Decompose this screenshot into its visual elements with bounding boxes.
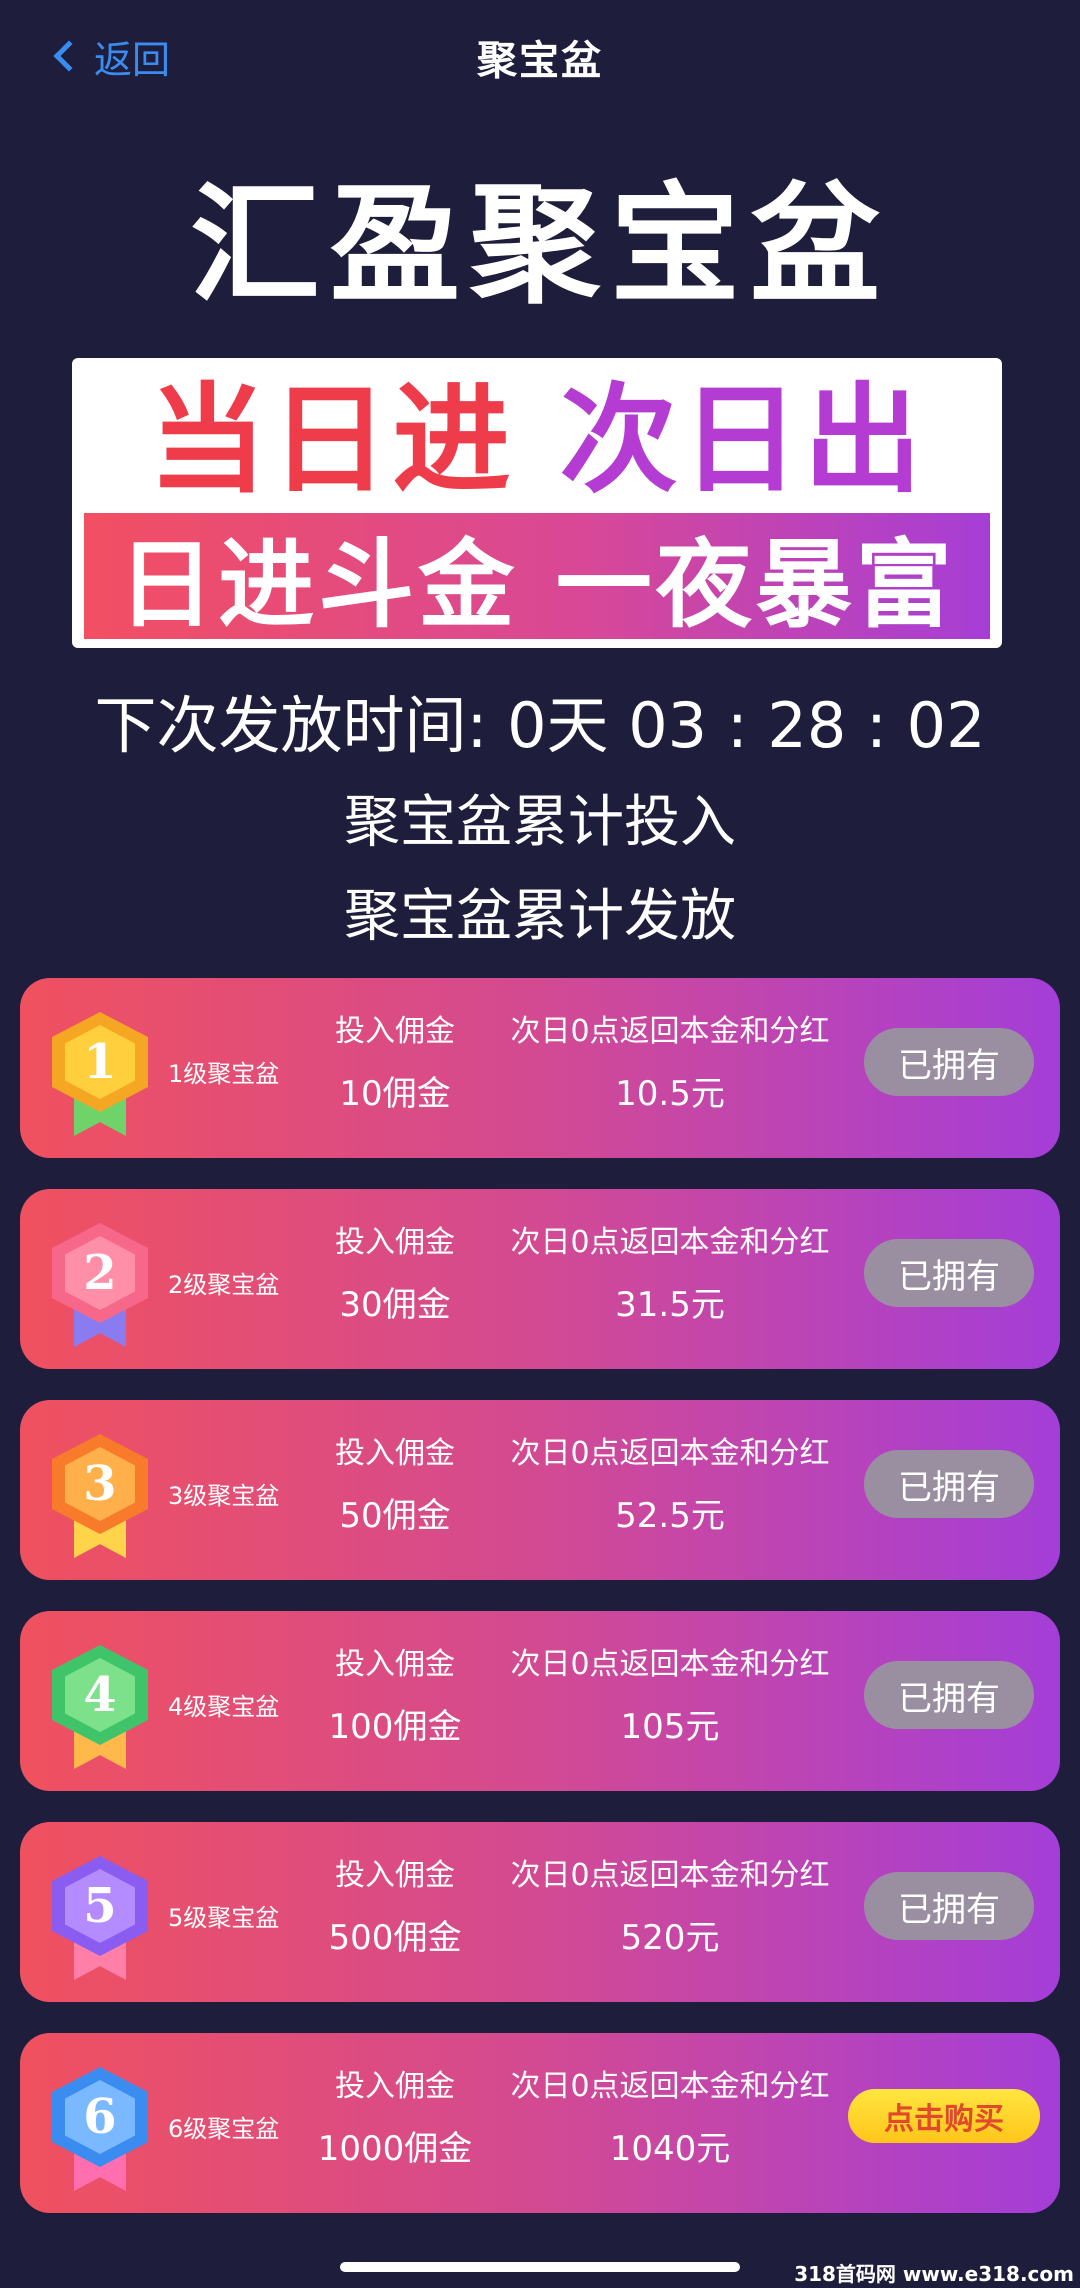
banner-slogan-part-2: 次日出 [559,371,926,509]
level-card: 3 3级聚宝盆 投入佣金 50佣金 次日0点返回本金和分红 52.5元 已拥有 [20,1400,1060,1580]
level-card: 4 4级聚宝盆 投入佣金 100佣金 次日0点返回本金和分红 105元 已拥有 [20,1611,1060,1791]
level-name: 3级聚宝盆 [168,1482,280,1510]
badge-hexagon: 3 [52,1434,148,1534]
banner-slogan-1: 当日进 次日出 [72,370,1002,510]
level-badge-icon: 1 [52,1012,148,1136]
page-title: 聚宝盆 [477,38,603,84]
invest-header: 投入佣金 [335,1014,455,1049]
badge-hexagon: 1 [52,1012,148,1112]
invest-value: 10佣金 [339,1074,451,1114]
banner-slogan-part-1: 当日进 [148,371,515,509]
invest-column: 投入佣金 50佣金 [290,1432,500,1538]
watermark-logo: 318首码网 www.e318.com [794,2262,1074,2286]
level-card: 1 1级聚宝盆 投入佣金 10佣金 次日0点返回本金和分红 10.5元 已拥有 [20,978,1060,1158]
level-badge-icon: 6 [52,2067,148,2191]
return-header: 次日0点返回本金和分红 [510,1225,830,1260]
return-column: 次日0点返回本金和分红 10.5元 [470,1010,870,1116]
invest-value: 100佣金 [328,1707,462,1747]
badge-number: 1 [65,1025,135,1099]
invest-column: 投入佣金 100佣金 [290,1643,500,1749]
return-value: 520元 [620,1918,720,1958]
countdown-label: 下次发放时间: [94,689,488,762]
nav-bar: 返回 聚宝盆 [0,0,1080,110]
level-name: 6级聚宝盆 [168,2115,280,2143]
level-name: 2级聚宝盆 [168,1271,280,1299]
level-name: 1级聚宝盆 [168,1060,280,1088]
owned-button[interactable]: 已拥有 [864,1028,1034,1096]
invest-value: 500佣金 [328,1918,462,1958]
invest-column: 投入佣金 10佣金 [290,1010,500,1116]
invest-header: 投入佣金 [335,1858,455,1893]
level-name: 4级聚宝盆 [168,1693,280,1721]
return-header: 次日0点返回本金和分红 [510,1014,830,1049]
level-badge-icon: 5 [52,1856,148,1980]
banner-slogan-2: 日进斗金 一夜暴富 [84,513,990,641]
countdown-timer: 下次发放时间: 0天 03 : 28 : 02 [0,686,1080,766]
badge-number: 3 [65,1447,135,1521]
invest-header: 投入佣金 [335,1225,455,1260]
return-header: 次日0点返回本金和分红 [510,1436,830,1471]
hero-headline: 汇盈聚宝盆 [189,169,890,321]
level-badge-icon: 4 [52,1645,148,1769]
return-header: 次日0点返回本金和分红 [510,1647,830,1682]
badge-hexagon: 6 [52,2067,148,2167]
owned-button[interactable]: 已拥有 [864,1450,1034,1518]
return-column: 次日0点返回本金和分红 105元 [470,1643,870,1749]
level-card: 6 6级聚宝盆 投入佣金 1000佣金 次日0点返回本金和分红 1040元 点击… [20,2033,1060,2213]
countdown-value: 0天 03 : 28 : 02 [507,689,986,762]
return-value: 105元 [620,1707,720,1747]
return-value: 31.5元 [615,1285,725,1325]
return-column: 次日0点返回本金和分红 31.5元 [470,1221,870,1327]
invest-value: 30佣金 [339,1285,451,1325]
promo-banner: 当日进 次日出 日进斗金 一夜暴富 [72,358,1002,648]
badge-number: 2 [65,1236,135,1310]
invest-column: 投入佣金 500佣金 [290,1854,500,1960]
return-value: 1040元 [609,2129,731,2169]
level-card: 5 5级聚宝盆 投入佣金 500佣金 次日0点返回本金和分红 520元 已拥有 [20,1822,1060,2002]
level-card: 2 2级聚宝盆 投入佣金 30佣金 次日0点返回本金和分红 31.5元 已拥有 [20,1189,1060,1369]
home-indicator[interactable] [340,2262,740,2272]
invest-header: 投入佣金 [335,2069,455,2104]
return-header: 次日0点返回本金和分红 [510,2069,830,2104]
invest-value: 50佣金 [339,1496,451,1536]
level-list: 1 1级聚宝盆 投入佣金 10佣金 次日0点返回本金和分红 10.5元 已拥有 … [20,978,1060,2244]
invest-column: 投入佣金 30佣金 [290,1221,500,1327]
owned-button[interactable]: 已拥有 [864,1661,1034,1729]
invest-header: 投入佣金 [335,1436,455,1471]
return-value: 52.5元 [615,1496,725,1536]
total-paid-label: 聚宝盆累计发放 [344,884,736,949]
level-name: 5级聚宝盆 [168,1904,280,1932]
owned-button[interactable]: 已拥有 [864,1872,1034,1940]
badge-number: 5 [65,1869,135,1943]
badge-hexagon: 5 [52,1856,148,1956]
invest-header: 投入佣金 [335,1647,455,1682]
level-badge-icon: 2 [52,1223,148,1347]
badge-number: 4 [65,1658,135,1732]
return-column: 次日0点返回本金和分红 520元 [470,1854,870,1960]
buy-button[interactable]: 点击购买 [848,2089,1040,2143]
badge-hexagon: 2 [52,1223,148,1323]
return-value: 10.5元 [615,1074,725,1114]
level-badge-icon: 3 [52,1434,148,1558]
badge-hexagon: 4 [52,1645,148,1745]
return-column: 次日0点返回本金和分红 1040元 [470,2065,870,2171]
return-header: 次日0点返回本金和分红 [510,1858,830,1893]
owned-button[interactable]: 已拥有 [864,1239,1034,1307]
return-column: 次日0点返回本金和分红 52.5元 [470,1432,870,1538]
invest-value: 1000佣金 [317,2129,473,2169]
invest-column: 投入佣金 1000佣金 [290,2065,500,2171]
total-invested-label: 聚宝盆累计投入 [344,790,736,855]
badge-number: 6 [65,2080,135,2154]
